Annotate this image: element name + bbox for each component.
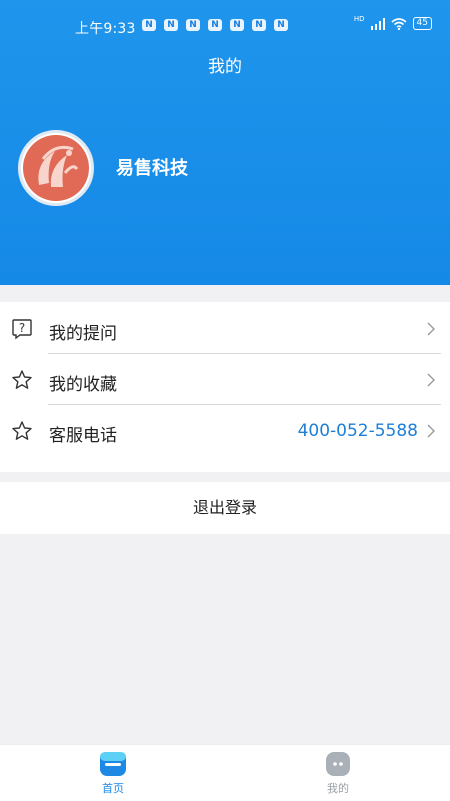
tab-mine[interactable]: 我的 (308, 745, 368, 801)
notification-icon: N (208, 19, 222, 31)
question-icon: ? (12, 319, 32, 340)
wifi-icon (391, 17, 407, 30)
status-right: HD 45 (353, 14, 432, 30)
star-icon (12, 370, 32, 389)
chevron-right-icon (427, 424, 435, 438)
tab-label: 首页 (102, 782, 124, 795)
tab-home[interactable]: 首页 (83, 745, 143, 801)
battery-icon: 45 (412, 17, 432, 30)
notification-icon: N (164, 19, 178, 31)
company-logo-icon (23, 135, 89, 201)
signal-icon (370, 17, 385, 30)
profile-icon (326, 752, 350, 776)
menu-item-label: 我的提问 (49, 324, 117, 344)
phone-number-link[interactable]: 400-052-5588 (298, 421, 418, 441)
status-time: 上午9:33 (75, 21, 136, 37)
menu-list: ? 我的提问 我的收藏 客服电话 400-052-5588 (0, 302, 450, 472)
menu-item-questions[interactable]: ? 我的提问 (0, 304, 450, 354)
menu-item-label: 客服电话 (49, 426, 117, 446)
status-bar: 上午9:33 N N N N N N N HD 45 (0, 14, 450, 38)
divider (48, 404, 441, 405)
menu-item-favorites[interactable]: 我的收藏 (0, 355, 450, 405)
hd-label: HD (353, 14, 365, 23)
home-icon (100, 752, 126, 776)
menu-item-customer-service[interactable]: 客服电话 400-052-5588 (0, 406, 450, 456)
chevron-right-icon (427, 322, 435, 336)
notification-icon: N (186, 19, 200, 31)
tab-label: 我的 (327, 782, 349, 795)
notification-icon: N (142, 19, 156, 31)
chevron-right-icon (427, 373, 435, 387)
avatar[interactable] (18, 130, 94, 206)
username: 易售科技 (116, 158, 188, 179)
logout-button[interactable]: 退出登录 (0, 482, 450, 534)
menu-item-label: 我的收藏 (49, 375, 117, 395)
notification-icon: N (230, 19, 244, 31)
page-title: 我的 (208, 57, 242, 77)
profile-header: 上午9:33 N N N N N N N HD 45 我的 易售科技 (0, 0, 450, 285)
star-icon (12, 421, 32, 440)
svg-text:?: ? (19, 321, 25, 335)
notification-icon: N (274, 19, 288, 31)
bottom-tab-bar: 首页 我的 (0, 744, 450, 801)
notification-icon: N (252, 19, 266, 31)
divider (48, 353, 441, 354)
notification-badges: N N N N N N N (142, 19, 288, 31)
